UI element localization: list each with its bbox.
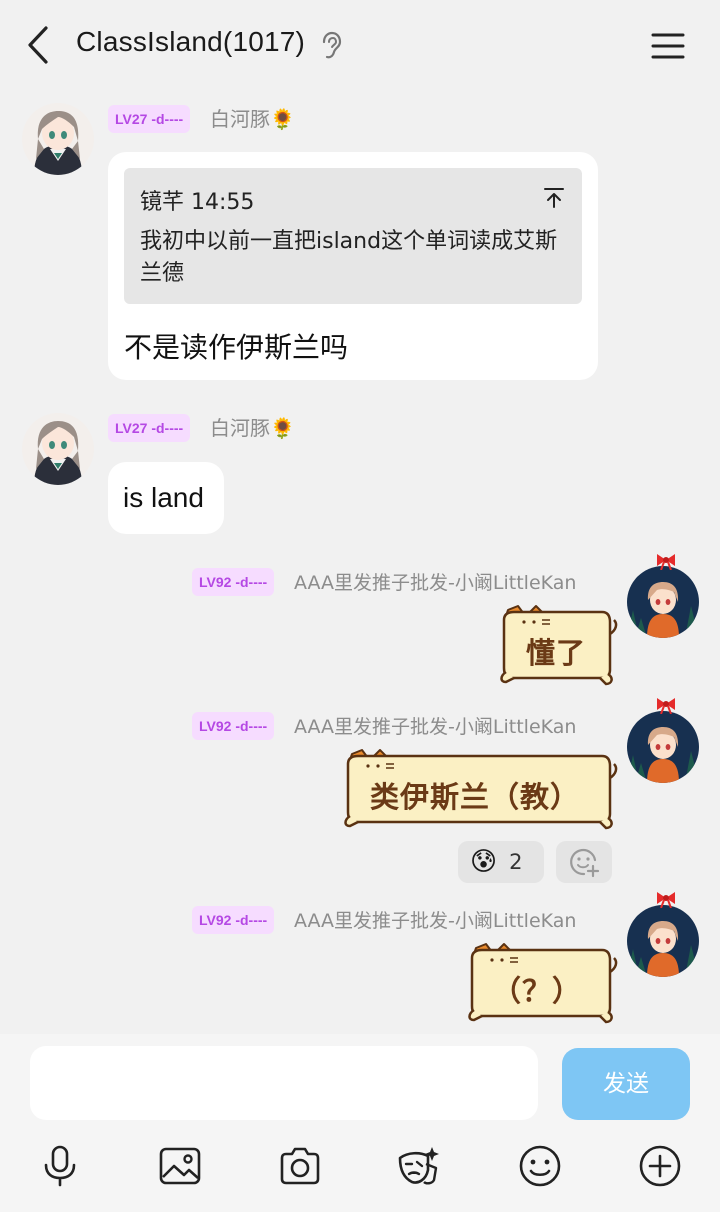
send-button[interactable]: 发送 — [562, 1048, 690, 1120]
bow-icon — [657, 892, 675, 908]
mask-icon[interactable] — [396, 1144, 440, 1188]
level-badge: LV27 -d---- — [108, 414, 191, 442]
cat-frame-bubble[interactable]: （？） — [466, 942, 620, 1024]
bow-icon — [657, 554, 675, 570]
emoji-icon[interactable] — [518, 1144, 562, 1188]
chat-title[interactable]: ClassIsland(1017) — [76, 26, 305, 58]
reaction-emoji: 😰 — [470, 847, 498, 877]
message-input[interactable] — [30, 1046, 538, 1120]
mic-icon[interactable] — [38, 1144, 82, 1188]
menu-icon[interactable] — [650, 28, 686, 64]
message-text: （？） — [492, 974, 583, 1008]
avatar[interactable] — [627, 711, 699, 783]
avatar[interactable] — [627, 905, 699, 977]
avatar[interactable] — [627, 566, 699, 638]
cat-frame-bubble[interactable]: 类伊斯兰（教） — [342, 748, 620, 830]
sender-name[interactable]: AAA里发推子批发-小阚LittleKan — [294, 907, 576, 935]
reaction-chip[interactable]: 😰 2 — [458, 841, 544, 883]
cat-frame-bubble[interactable]: 懂了 — [498, 604, 620, 686]
level-badge: LV92 -d---- — [192, 712, 275, 740]
quoted-message[interactable]: 镜芊 14:55 我初中以前一直把island这个单词读成艾斯兰德 — [124, 168, 582, 304]
message-text: 类伊斯兰（教） — [370, 780, 581, 814]
message-bubble[interactable]: 镜芊 14:55 我初中以前一直把island这个单词读成艾斯兰德 不是读作伊斯… — [108, 152, 598, 380]
jump-to-quote-icon[interactable] — [542, 186, 566, 210]
sender-name[interactable]: 白河豚🌻 — [210, 105, 295, 133]
plus-icon[interactable] — [638, 1144, 682, 1188]
sender-name[interactable]: 白河豚🌻 — [210, 414, 295, 442]
ear-icon[interactable] — [318, 30, 344, 62]
reaction-count: 2 — [509, 850, 523, 874]
level-badge: LV92 -d---- — [192, 568, 275, 596]
image-icon[interactable] — [158, 1144, 202, 1188]
camera-icon[interactable] — [278, 1144, 322, 1188]
message-text: 不是读作伊斯兰吗 — [124, 331, 349, 364]
add-emoji-icon — [570, 848, 600, 878]
message-text: 懂了 — [526, 636, 587, 670]
add-reaction-button[interactable] — [556, 841, 612, 883]
avatar[interactable] — [22, 413, 94, 485]
composer-bar: 发送 — [0, 1034, 720, 1212]
message-text: is land — [123, 482, 204, 513]
level-badge: LV27 -d---- — [108, 105, 191, 133]
quoted-text: 我初中以前一直把island这个单词读成艾斯兰德 — [140, 229, 558, 286]
quoted-meta: 镜芊 14:55 — [140, 190, 255, 215]
sender-name[interactable]: AAA里发推子批发-小阚LittleKan — [294, 713, 576, 741]
sender-name[interactable]: AAA里发推子批发-小阚LittleKan — [294, 569, 576, 597]
chevron-left-icon — [28, 26, 48, 64]
level-badge: LV92 -d---- — [192, 906, 275, 934]
avatar[interactable] — [22, 103, 94, 175]
bow-icon — [657, 698, 675, 714]
message-bubble[interactable]: is land — [108, 462, 224, 534]
chat-header: ClassIsland(1017) — [0, 0, 720, 92]
back-button[interactable] — [18, 22, 58, 68]
